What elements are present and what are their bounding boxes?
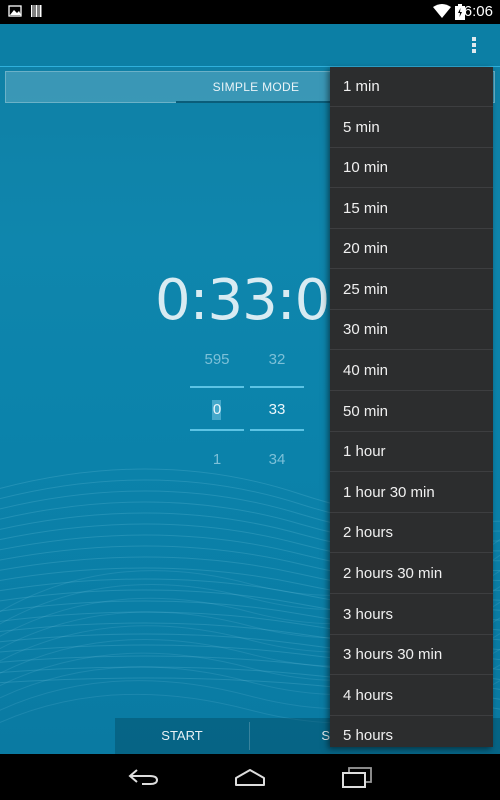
picker-divider	[190, 386, 244, 388]
menu-item[interactable]: 5 hours	[330, 716, 493, 747]
menu-item[interactable]: 3 hours	[330, 595, 493, 635]
menu-item[interactable]: 40 min	[330, 351, 493, 391]
menu-item[interactable]: 10 min	[330, 148, 493, 188]
menu-item[interactable]: 3 hours 30 min	[330, 635, 493, 675]
status-time: 6:06	[463, 3, 493, 20]
picker-divider	[250, 386, 304, 388]
menu-item[interactable]: 5 min	[330, 108, 493, 148]
home-icon[interactable]	[234, 767, 266, 787]
menu-item[interactable]: 25 min	[330, 270, 493, 310]
menu-item[interactable]: 2 hours 30 min	[330, 554, 493, 594]
navigation-bar	[0, 754, 500, 800]
menu-item[interactable]: 2 hours	[330, 513, 493, 553]
menu-item[interactable]: 1 hour 30 min	[330, 473, 493, 513]
wifi-icon	[433, 4, 451, 18]
recent-apps-icon[interactable]	[341, 766, 373, 788]
status-bar: 6:06	[0, 0, 500, 24]
minutes-picker-above[interactable]: 32	[250, 351, 304, 368]
screen: 6:06 SIMPLE MODE 0:33:00 595 0 1 32 33 3…	[0, 0, 500, 800]
image-notification-icon	[8, 5, 22, 17]
menu-item[interactable]: 20 min	[330, 229, 493, 269]
picker-divider	[190, 429, 244, 431]
minutes-picker-selected[interactable]: 33	[250, 401, 304, 418]
menu-item[interactable]: 1 min	[330, 67, 493, 107]
tab-indicator	[176, 101, 336, 103]
start-button[interactable]: START	[115, 718, 249, 754]
barcode-notification-icon	[31, 5, 42, 17]
minutes-picker-below[interactable]: 34	[250, 451, 304, 468]
menu-item[interactable]: 50 min	[330, 392, 493, 432]
menu-item[interactable]: 15 min	[330, 189, 493, 229]
menu-item[interactable]: 30 min	[330, 310, 493, 350]
picker-divider	[250, 429, 304, 431]
hours-picker-above[interactable]: 595	[190, 351, 244, 368]
back-icon[interactable]	[128, 768, 160, 786]
hours-picker-selected[interactable]: 0	[190, 401, 244, 418]
tab-simple-mode[interactable]: SIMPLE MODE	[176, 72, 336, 102]
menu-item[interactable]: 4 hours	[330, 676, 493, 716]
preset-duration-menu: 1 min 5 min 10 min 15 min 20 min 25 min …	[330, 67, 493, 747]
overflow-menu-icon[interactable]	[464, 35, 484, 57]
action-bar	[0, 24, 500, 67]
menu-item[interactable]: 1 hour	[330, 432, 493, 472]
hours-picker-below[interactable]: 1	[190, 451, 244, 468]
